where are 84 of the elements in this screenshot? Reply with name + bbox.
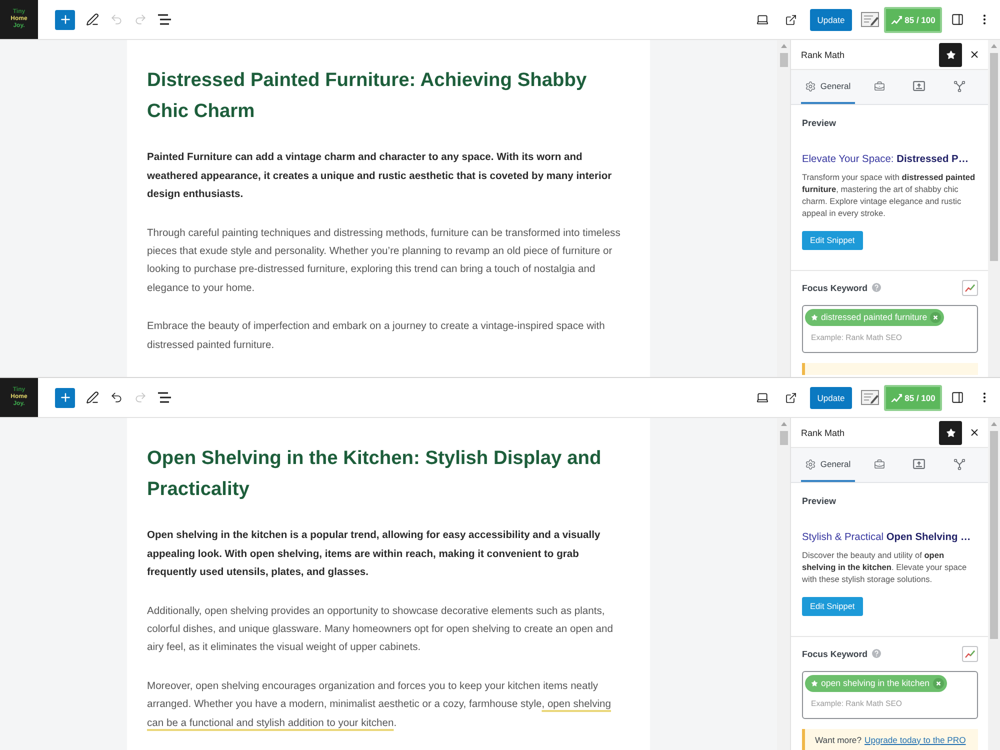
favorite-button[interactable] xyxy=(939,42,962,66)
scrollbar-thumb[interactable] xyxy=(780,431,788,445)
favorite-button[interactable] xyxy=(939,420,962,444)
body-paragraph[interactable]: Through careful painting techniques and distressing methods, furniture can be transformed into timeless pieces that exude style and personality. Whether you’re planning to revamp an old piece of furniture or looking to purchase pre-distressed furniture, exploring this trend can bring a touch of nostalgia and elegance to your home. xyxy=(147,224,630,298)
scroll-up-arrow-icon[interactable] xyxy=(780,44,786,48)
plus-icon xyxy=(58,391,72,404)
preview-heading: Preview xyxy=(802,118,838,128)
pen-icon xyxy=(86,13,98,26)
star-icon xyxy=(811,680,818,686)
remove-icon[interactable] xyxy=(930,312,942,322)
keyword-trends-button[interactable] xyxy=(962,646,978,662)
settings-icon xyxy=(805,458,816,470)
briefcase-icon xyxy=(874,458,884,470)
focus-keyword-label: Focus Keyword xyxy=(802,282,868,292)
panel-icon xyxy=(950,391,964,404)
list-view-icon xyxy=(158,392,170,403)
star-icon xyxy=(946,50,956,60)
image-upload-icon xyxy=(913,81,925,91)
notice-text: Want more? xyxy=(815,734,862,744)
list-view-icon xyxy=(158,14,170,25)
keyword-trends-button[interactable] xyxy=(962,280,978,296)
update-button[interactable]: Update xyxy=(810,386,852,408)
scroll-up-arrow-icon[interactable] xyxy=(991,44,997,48)
snippet-title: Elevate Your Space: Distressed P… xyxy=(802,153,970,166)
upgrade-link[interactable]: Upgrade today to the PRO xyxy=(864,734,966,744)
update-button[interactable]: Update xyxy=(810,8,852,30)
snippet-description: Discover the beauty and utility of open shelving in the kitchen. Elevate your space with these stylish storage solutions. xyxy=(802,548,968,584)
post-title[interactable]: Open Shelving in the Kitchen: Stylish Display and Practicality xyxy=(147,443,630,505)
laptop-icon xyxy=(756,13,768,26)
sidebar-title: Rank Math xyxy=(801,50,846,60)
intro-paragraph[interactable]: Painted Furniture can add a vintage charm and character to any space. With its worn and weathered appearance, it creates a unique and rustic aesthetic that is coveted by many interior design enthusiasts. xyxy=(147,149,630,204)
remove-icon[interactable] xyxy=(932,678,944,688)
scroll-up-arrow-icon[interactable] xyxy=(780,422,786,426)
image-upload-icon xyxy=(913,459,925,469)
help-icon xyxy=(872,649,880,658)
add-block-button[interactable] xyxy=(55,388,75,408)
body-paragraph[interactable]: Additionally, open shelving provides an opportunity to showcase decorative elements such as plants, colorful dishes, and unique glassware. Many homeowners opt for open shelving to create an open and airy feel, as it eliminates the visual weight of upper cabinets. xyxy=(147,602,630,658)
general-tab[interactable]: General xyxy=(801,70,855,104)
trend-chart-icon xyxy=(965,650,975,658)
keyword-text: open shelving in the kitchen xyxy=(821,678,930,688)
body-paragraph[interactable]: Embrace the beauty of imperfection and embark on a journey to create a vintage-inspired space with distressed painted furniture. xyxy=(147,318,630,355)
plus-icon xyxy=(58,13,72,26)
preview-heading: Preview xyxy=(802,496,838,506)
branch-nodes-icon xyxy=(954,458,964,470)
scrollbar[interactable] xyxy=(988,40,1000,377)
scroll-up-arrow-icon[interactable] xyxy=(991,422,997,426)
notepad-icon xyxy=(861,390,879,405)
snippet-title: Stylish & Practical Open Shelving … xyxy=(802,531,972,544)
trend-arrow-icon xyxy=(890,394,902,402)
undo-icon xyxy=(110,13,122,26)
redo-icon xyxy=(134,391,146,404)
scrollbar-thumb[interactable] xyxy=(780,53,788,67)
redo-icon xyxy=(134,13,146,26)
external-link-icon xyxy=(785,392,797,404)
add-block-button[interactable] xyxy=(55,10,75,30)
keyword-text: distressed painted furniture xyxy=(821,312,928,322)
close-icon xyxy=(968,427,980,438)
notepad-icon xyxy=(861,12,879,27)
pen-icon xyxy=(86,391,98,404)
snippet-description: Transform your space with distressed painted furniture, mastering the art of shabby chic charm. Explore vintage elegance and rustic appeal in every stroke. xyxy=(802,170,976,218)
undo-icon xyxy=(110,391,122,404)
help-icon xyxy=(872,283,880,292)
panel-icon xyxy=(950,13,964,26)
scrollbar[interactable] xyxy=(988,418,1000,750)
general-tab[interactable]: General xyxy=(801,448,855,482)
close-icon xyxy=(968,49,980,60)
laptop-icon xyxy=(756,391,768,404)
external-link-icon xyxy=(785,14,797,26)
branch-nodes-icon xyxy=(954,80,964,92)
intro-paragraph[interactable]: Open shelving in the kitchen is a popular trend, allowing for easy accessibility and a visually appealing look. With open shelving, items are within reach, making it convenient to grab frequently used utensils, plates, and glasses. xyxy=(147,527,630,582)
post-title[interactable]: Distressed Painted Furniture: Achieving Shabby Chic Charm xyxy=(147,65,630,127)
scrollbar-thumb[interactable] xyxy=(990,431,998,639)
focus-keyword-label: Focus Keyword xyxy=(802,648,868,658)
scrollbar[interactable] xyxy=(777,418,790,750)
scrollbar[interactable] xyxy=(777,40,790,377)
star-icon xyxy=(811,314,818,320)
body-paragraph[interactable]: Moreover, open shelving encourages organization and forces you to keep your kitchen items neatly arranged. Whether you have a modern, minimalist aesthetic or a cozy, farmhouse style, open shelving can be a functional and stylish addition to your kitchen. xyxy=(147,678,630,733)
star-icon xyxy=(946,428,956,438)
settings-icon xyxy=(805,80,816,92)
trend-arrow-icon xyxy=(890,16,902,24)
trend-chart-icon xyxy=(965,284,975,292)
scrollbar-thumb[interactable] xyxy=(990,53,998,261)
sidebar-title: Rank Math xyxy=(801,428,846,438)
briefcase-icon xyxy=(874,80,884,92)
